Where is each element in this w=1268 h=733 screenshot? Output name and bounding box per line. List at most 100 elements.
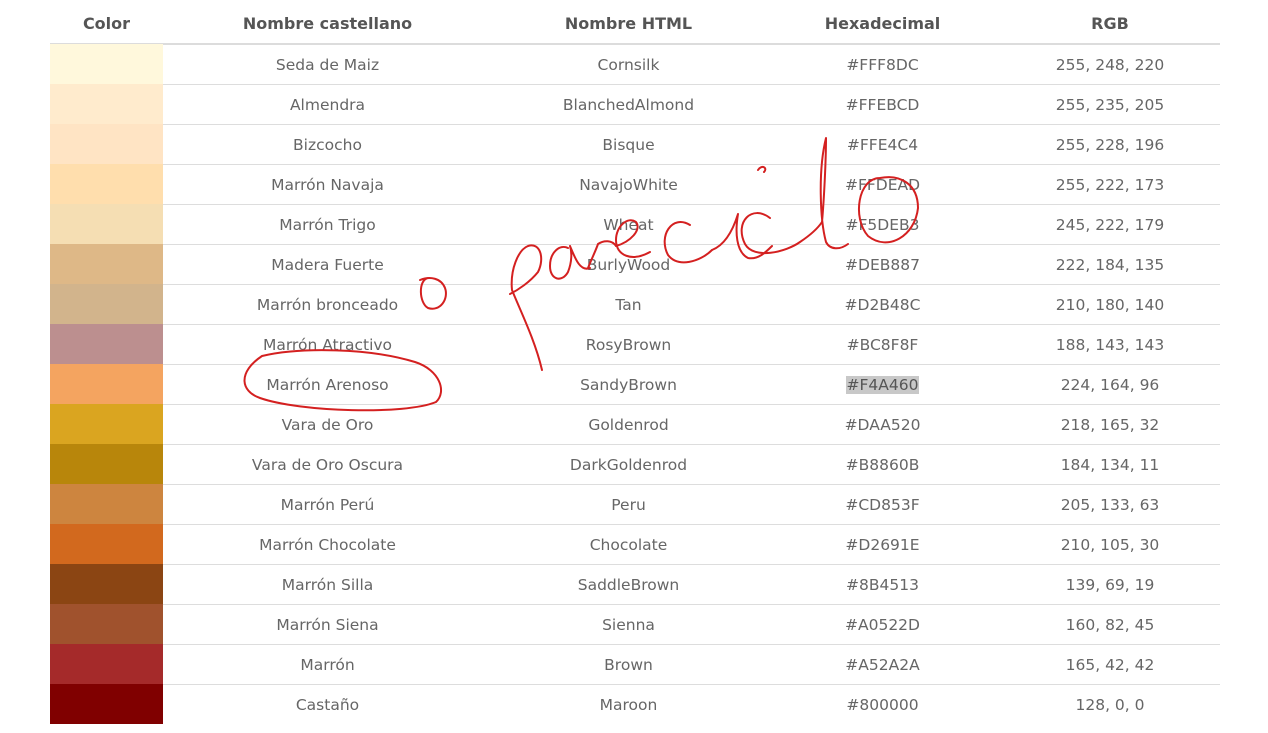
- table-row: Marrón Brown #A52A2A 165, 42, 42: [50, 644, 1220, 685]
- color-cell: [50, 684, 163, 724]
- table-row: Marrón Atractivo RosyBrown #BC8F8F 188, 143…: [50, 324, 1220, 365]
- name-es-cell-text: Vara de Oro: [281, 415, 374, 434]
- name-html-cell-text: Brown: [604, 655, 653, 674]
- hex-cell-text: #FFE4C4: [846, 135, 919, 154]
- color-cell: [50, 204, 163, 244]
- table-row: Almendra BlanchedAlmond #FFEBCD 255, 235, 2…: [50, 84, 1220, 125]
- table-row: Vara de Oro Goldenrod #DAA520 218, 165, 32: [50, 404, 1220, 445]
- name-html-cell: NavajoWhite: [492, 176, 765, 194]
- name-html-cell-text: RosyBrown: [585, 335, 672, 354]
- color-cell: [50, 244, 163, 284]
- hex-cell-text: #FFDEAD: [844, 175, 921, 194]
- color-swatch: [50, 484, 163, 524]
- hex-cell: #FFDEAD: [765, 176, 1000, 194]
- name-es-cell-text: Marrón bronceado: [256, 295, 399, 314]
- name-es-cell-text: Bizcocho: [293, 135, 362, 154]
- color-swatch: [50, 44, 163, 84]
- table-row: Marrón Trigo Wheat #F5DEB3 245, 222, 179: [50, 204, 1220, 245]
- name-es-cell-text: Marrón Siena: [276, 615, 379, 634]
- hex-cell-text: #D2691E: [845, 535, 920, 554]
- hex-cell: #A52A2A: [765, 656, 1000, 674]
- rgb-cell-text: 255, 248, 220: [1055, 55, 1165, 74]
- hex-cell: #FFF8DC: [765, 56, 1000, 74]
- rgb-cell: 188, 143, 143: [1000, 336, 1220, 354]
- header-name-es: Nombre castellano: [242, 14, 413, 33]
- name-html-cell: Maroon: [492, 696, 765, 714]
- name-es-cell: Madera Fuerte: [163, 256, 492, 274]
- color-cell: [50, 84, 163, 124]
- name-es-cell: Marrón Trigo: [163, 216, 492, 234]
- color-cell: [50, 444, 163, 484]
- name-html-cell: BlanchedAlmond: [492, 96, 765, 114]
- color-swatch: [50, 164, 163, 204]
- name-es-cell: Marrón Arenoso: [163, 376, 492, 394]
- rgb-cell: 224, 164, 96: [1000, 376, 1220, 394]
- color-cell: [50, 364, 163, 404]
- hex-cell: #BC8F8F: [765, 336, 1000, 354]
- hex-cell-text: #D2B48C: [844, 295, 921, 314]
- table-row: Vara de Oro Oscura DarkGoldenrod #B8860B 18…: [50, 444, 1220, 485]
- rgb-cell: 184, 134, 11: [1000, 456, 1220, 474]
- color-swatch: [50, 284, 163, 324]
- name-es-cell-text: Marrón Atractivo: [262, 335, 393, 354]
- table-row: Marrón Arenoso SandyBrown #F4A460 224, 164,…: [50, 364, 1220, 405]
- color-cell: [50, 524, 163, 564]
- hex-cell-text: #FFEBCD: [845, 95, 920, 114]
- color-swatch: [50, 204, 163, 244]
- hex-cell: #800000: [765, 696, 1000, 714]
- hex-cell-text: #F5DEB3: [845, 215, 920, 234]
- header-hex: Hexadecimal: [824, 14, 941, 33]
- table-row: Seda de Maiz Cornsilk #FFF8DC 255, 248, 220: [50, 44, 1220, 85]
- rgb-cell: 218, 165, 32: [1000, 416, 1220, 434]
- hex-cell: #DEB887: [765, 256, 1000, 274]
- rgb-cell: 222, 184, 135: [1000, 256, 1220, 274]
- name-es-cell: Marrón Silla: [163, 576, 492, 594]
- rgb-cell-text: 245, 222, 179: [1055, 215, 1165, 234]
- rgb-cell: 255, 235, 205: [1000, 96, 1220, 114]
- hex-cell-text: #800000: [846, 695, 919, 714]
- name-html-cell: Cornsilk: [492, 56, 765, 74]
- name-es-cell: Marrón bronceado: [163, 296, 492, 314]
- color-table: Color Nombre castellano Nombre HTML Hexa…: [50, 4, 1220, 724]
- name-html-cell-text: DarkGoldenrod: [569, 455, 688, 474]
- hex-cell: #D2691E: [765, 536, 1000, 554]
- rgb-cell-text: 255, 228, 196: [1055, 135, 1165, 154]
- color-cell: [50, 284, 163, 324]
- name-es-cell-text: Madera Fuerte: [271, 255, 384, 274]
- rgb-cell-text: 222, 184, 135: [1055, 255, 1165, 274]
- name-html-cell-text: Bisque: [602, 135, 655, 154]
- name-es-cell: Castaño: [163, 696, 492, 714]
- color-cell: [50, 164, 163, 204]
- color-swatch: [50, 444, 163, 484]
- hex-cell: #8B4513: [765, 576, 1000, 594]
- name-es-cell: Marrón Navaja: [163, 176, 492, 194]
- name-html-cell-text: Tan: [615, 295, 642, 314]
- name-html-cell: Sienna: [492, 616, 765, 634]
- name-es-cell-text: Marrón Arenoso: [266, 375, 389, 394]
- name-es-cell: Vara de Oro Oscura: [163, 456, 492, 474]
- hex-cell-text: #8B4513: [846, 575, 919, 594]
- rgb-cell: 165, 42, 42: [1000, 656, 1220, 674]
- name-html-cell-text: Cornsilk: [597, 55, 660, 74]
- rgb-cell: 255, 222, 173: [1000, 176, 1220, 194]
- rgb-cell-text: 165, 42, 42: [1065, 655, 1155, 674]
- name-html-cell-text: BurlyWood: [586, 255, 671, 274]
- rgb-cell: 255, 248, 220: [1000, 56, 1220, 74]
- name-es-cell-text: Vara de Oro Oscura: [251, 455, 404, 474]
- name-es-cell-text: Marrón: [300, 655, 355, 674]
- color-cell: [50, 564, 163, 604]
- table-row: Marrón Chocolate Chocolate #D2691E 210, 105…: [50, 524, 1220, 565]
- hex-cell-text: #A52A2A: [845, 655, 920, 674]
- hex-cell: #B8860B: [765, 456, 1000, 474]
- name-html-cell-text: BlanchedAlmond: [562, 95, 695, 114]
- page: Color Nombre castellano Nombre HTML Hexa…: [0, 0, 1268, 733]
- rgb-cell: 160, 82, 45: [1000, 616, 1220, 634]
- color-cell: [50, 604, 163, 644]
- color-swatch: [50, 564, 163, 604]
- rgb-cell-text: 139, 69, 19: [1065, 575, 1155, 594]
- name-html-cell: Goldenrod: [492, 416, 765, 434]
- color-cell: [50, 404, 163, 444]
- rgb-cell-text: 205, 133, 63: [1060, 495, 1160, 514]
- hex-cell: #DAA520: [765, 416, 1000, 434]
- rgb-cell-text: 255, 222, 173: [1055, 175, 1165, 194]
